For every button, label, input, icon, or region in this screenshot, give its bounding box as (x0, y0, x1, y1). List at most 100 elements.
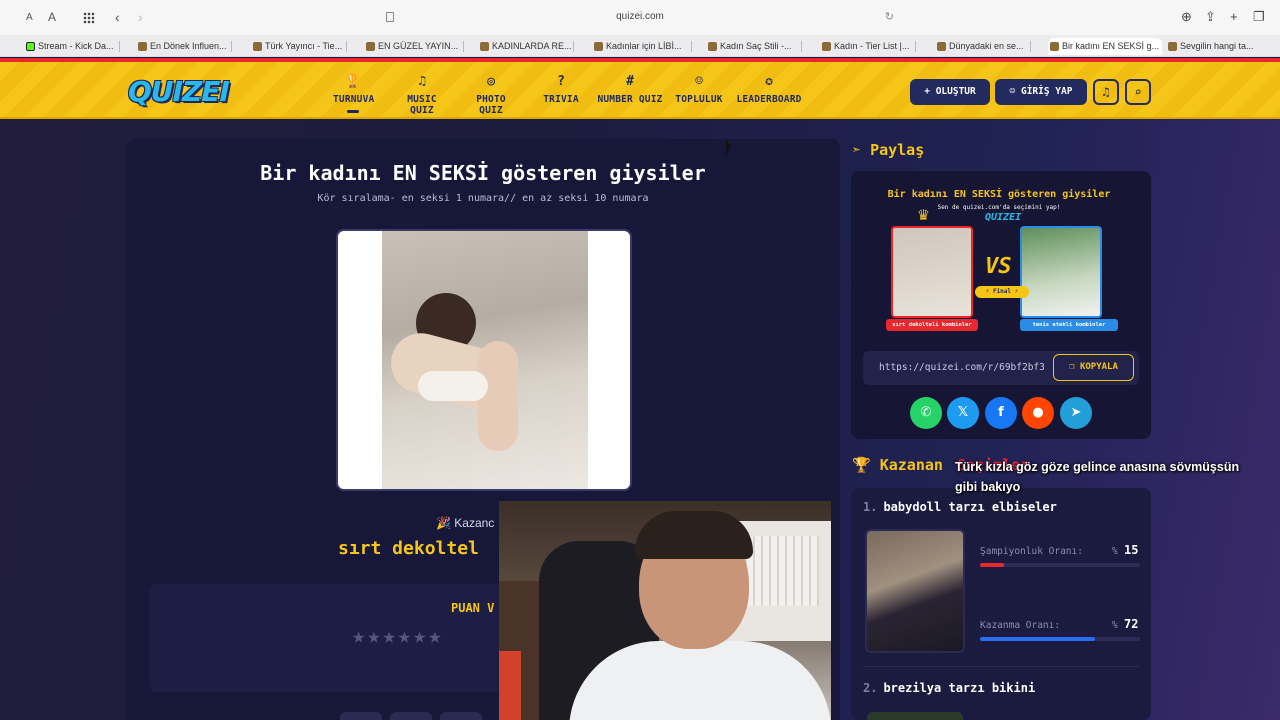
reload-icon[interactable]: ↻ (885, 6, 894, 28)
bottom-tab[interactable] (390, 712, 432, 720)
address-bar[interactable]: quizei.com ↻ (380, 6, 900, 28)
share-icon[interactable]: ⇪ (1205, 9, 1216, 25)
text-larger-button[interactable]: A (48, 10, 56, 24)
champion-rate-value: 15 (1124, 543, 1139, 557)
page-icon (386, 12, 394, 22)
forward-icon[interactable]: › (138, 9, 143, 25)
vs-label: VS (985, 254, 1012, 279)
favicon-icon (480, 42, 489, 51)
win-rate-value: 72 (1124, 617, 1139, 631)
share-title: ➣ Paylaş (852, 141, 925, 159)
site-header: QUIZEI 🏆 TURNUVA ♫ MUSIC QUIZ ◎ PHOTO QUIZ … (0, 62, 1280, 119)
champion-rate-fill (980, 563, 1004, 567)
final-badge: ⚡ Final ⚡ (975, 286, 1029, 298)
new-tab-icon[interactable]: + (1230, 9, 1238, 24)
login-button[interactable]: ☺ GİRİŞ YAP (995, 79, 1087, 105)
browser-tab[interactable]: KADINLARDA RE... (478, 38, 574, 55)
favicon-icon (822, 42, 831, 51)
nav-turnuva[interactable]: 🏆 TURNUVA (333, 74, 374, 113)
browser-tab[interactable]: En Dönek Influen... (136, 38, 232, 55)
favicon-icon (253, 42, 262, 51)
preview-right-image (1020, 226, 1102, 318)
rating-label: PUAN V (451, 601, 495, 615)
nav-trivia[interactable]: ? TRIVIA (540, 74, 582, 105)
tabs-icon[interactable]: ❐ (1253, 9, 1265, 25)
browser-tab[interactable]: Kadınlar için LİBİ... (592, 38, 692, 55)
preview-left-image (891, 226, 973, 318)
browser-tab-active[interactable]: Bir kadını EN SEKSİ g... (1048, 38, 1162, 55)
winner-name: sırt dekoltel (338, 538, 479, 559)
winner-image[interactable] (336, 229, 632, 491)
copy-button[interactable]: ❐ KOPYALA (1053, 354, 1134, 381)
bell-icon[interactable]: ♫ (1093, 79, 1119, 105)
camera-icon: ◎ (487, 74, 495, 89)
preview-logo: QUIZEI (985, 212, 1022, 223)
reddit-icon[interactable]: ● (1022, 397, 1054, 429)
favicon-icon (138, 42, 147, 51)
favicon-icon (937, 42, 946, 51)
preview-right-tag: tenis etekli kombinler (1020, 319, 1118, 331)
rank-item-name[interactable]: 1. babydoll tarzı elbiseler (863, 500, 1057, 514)
browser-tab[interactable]: Türk Yayıncı - Tie... (251, 38, 347, 55)
quizei-logo[interactable]: QUIZEI (128, 75, 230, 108)
preview-subtitle: Sen de quizei.com'da seçimini yap! (937, 204, 1061, 211)
search-icon[interactable]: ⌕ (1125, 79, 1151, 105)
tab-overview-icon[interactable] (83, 12, 95, 24)
browser-tab[interactable]: EN GÜZEL YAYIN... (364, 38, 464, 55)
x-icon[interactable]: 𝕏 (947, 397, 979, 429)
bottom-tab[interactable] (440, 712, 482, 720)
webcam-overlay (499, 501, 831, 720)
quiz-subtitle: Kör sıralama- en seksi 1 numara// en az … (317, 193, 649, 204)
user-icon: ☺ (1009, 86, 1021, 97)
browser-tab[interactable]: Dünyadaki en se... (935, 38, 1031, 55)
win-rate-label: Kazanma Oranı: (980, 620, 1061, 631)
nav-music-quiz[interactable]: ♫ MUSIC QUIZ (393, 74, 451, 116)
preview-left-tag: sırt dekolteli kombinler (886, 319, 978, 331)
rating-stars[interactable]: ★★★★★★ (352, 624, 443, 649)
nav-topluluk[interactable]: ☺ TOPLULUK (675, 74, 723, 105)
browser-toolbar: A A ‹ › quizei.com ↻ ⊕ ⇪ + ❐ (0, 0, 1280, 35)
browser-tab[interactable]: Sevgilin hangi ta... (1166, 38, 1270, 55)
champion-rate-label: Şampiyonluk Oranı: (980, 546, 1083, 557)
text-smaller-button[interactable]: A (26, 12, 33, 23)
champion-rate-pct: % (1112, 546, 1118, 557)
browser-tab[interactable]: Stream - Kick Da... (24, 38, 120, 55)
winner-label: 🎉 Kazanc (436, 516, 495, 530)
preview-title: Bir kadını EN SEKSİ gösteren giysiler (887, 189, 1111, 200)
favicon-icon (1050, 42, 1059, 51)
create-button[interactable]: + OLUŞTUR (910, 79, 990, 105)
champion-rate-bar (980, 563, 1140, 567)
crown-icon: ♛ (918, 204, 929, 225)
quiz-title: Bir kadını EN SEKSİ gösteren giysiler (260, 161, 706, 185)
send-icon: ➣ (852, 141, 871, 159)
favicon-icon (1168, 42, 1177, 51)
winners-title: 🏆 Kazanan (852, 456, 943, 474)
rank-item-image[interactable] (867, 712, 963, 720)
browser-tab[interactable]: Kadın Saç Stili -... (706, 38, 802, 55)
mouse-cursor (726, 140, 731, 156)
rank-item-image[interactable] (865, 529, 965, 653)
music-icon: ♫ (418, 74, 426, 89)
share-link-text[interactable]: https://quizei.com/r/69bf2bf3 (879, 362, 1049, 373)
trophy-icon: 🏆 (344, 74, 362, 89)
nav-photo-quiz[interactable]: ◎ PHOTO QUIZ (462, 74, 520, 116)
back-icon[interactable]: ‹ (115, 9, 120, 25)
win-rate-pct: % (1112, 620, 1118, 631)
favicon-icon (594, 42, 603, 51)
users-icon: ☺ (695, 74, 703, 89)
url-text: quizei.com (616, 11, 664, 22)
kick-favicon-icon (26, 42, 35, 51)
rank-item-name[interactable]: 2. brezilya tarzı bikini (863, 681, 1035, 695)
facebook-icon[interactable]: f (985, 397, 1017, 429)
whatsapp-icon[interactable]: ✆ (910, 397, 942, 429)
telegram-icon[interactable]: ➤ (1060, 397, 1092, 429)
favicon-icon (366, 42, 375, 51)
download-icon[interactable]: ⊕ (1181, 9, 1192, 25)
bottom-tab[interactable] (340, 712, 382, 720)
nav-leaderboard[interactable]: ✪ LEADERBOARD (736, 74, 802, 105)
tab-bar: Stream - Kick Da... En Dönek Influen... … (0, 35, 1280, 57)
win-rate-fill (980, 637, 1096, 641)
nav-number-quiz[interactable]: # NUMBER QUIZ (597, 74, 663, 105)
win-rate-bar (980, 637, 1140, 641)
browser-tab[interactable]: Kadın - Tier List |... (820, 38, 916, 55)
